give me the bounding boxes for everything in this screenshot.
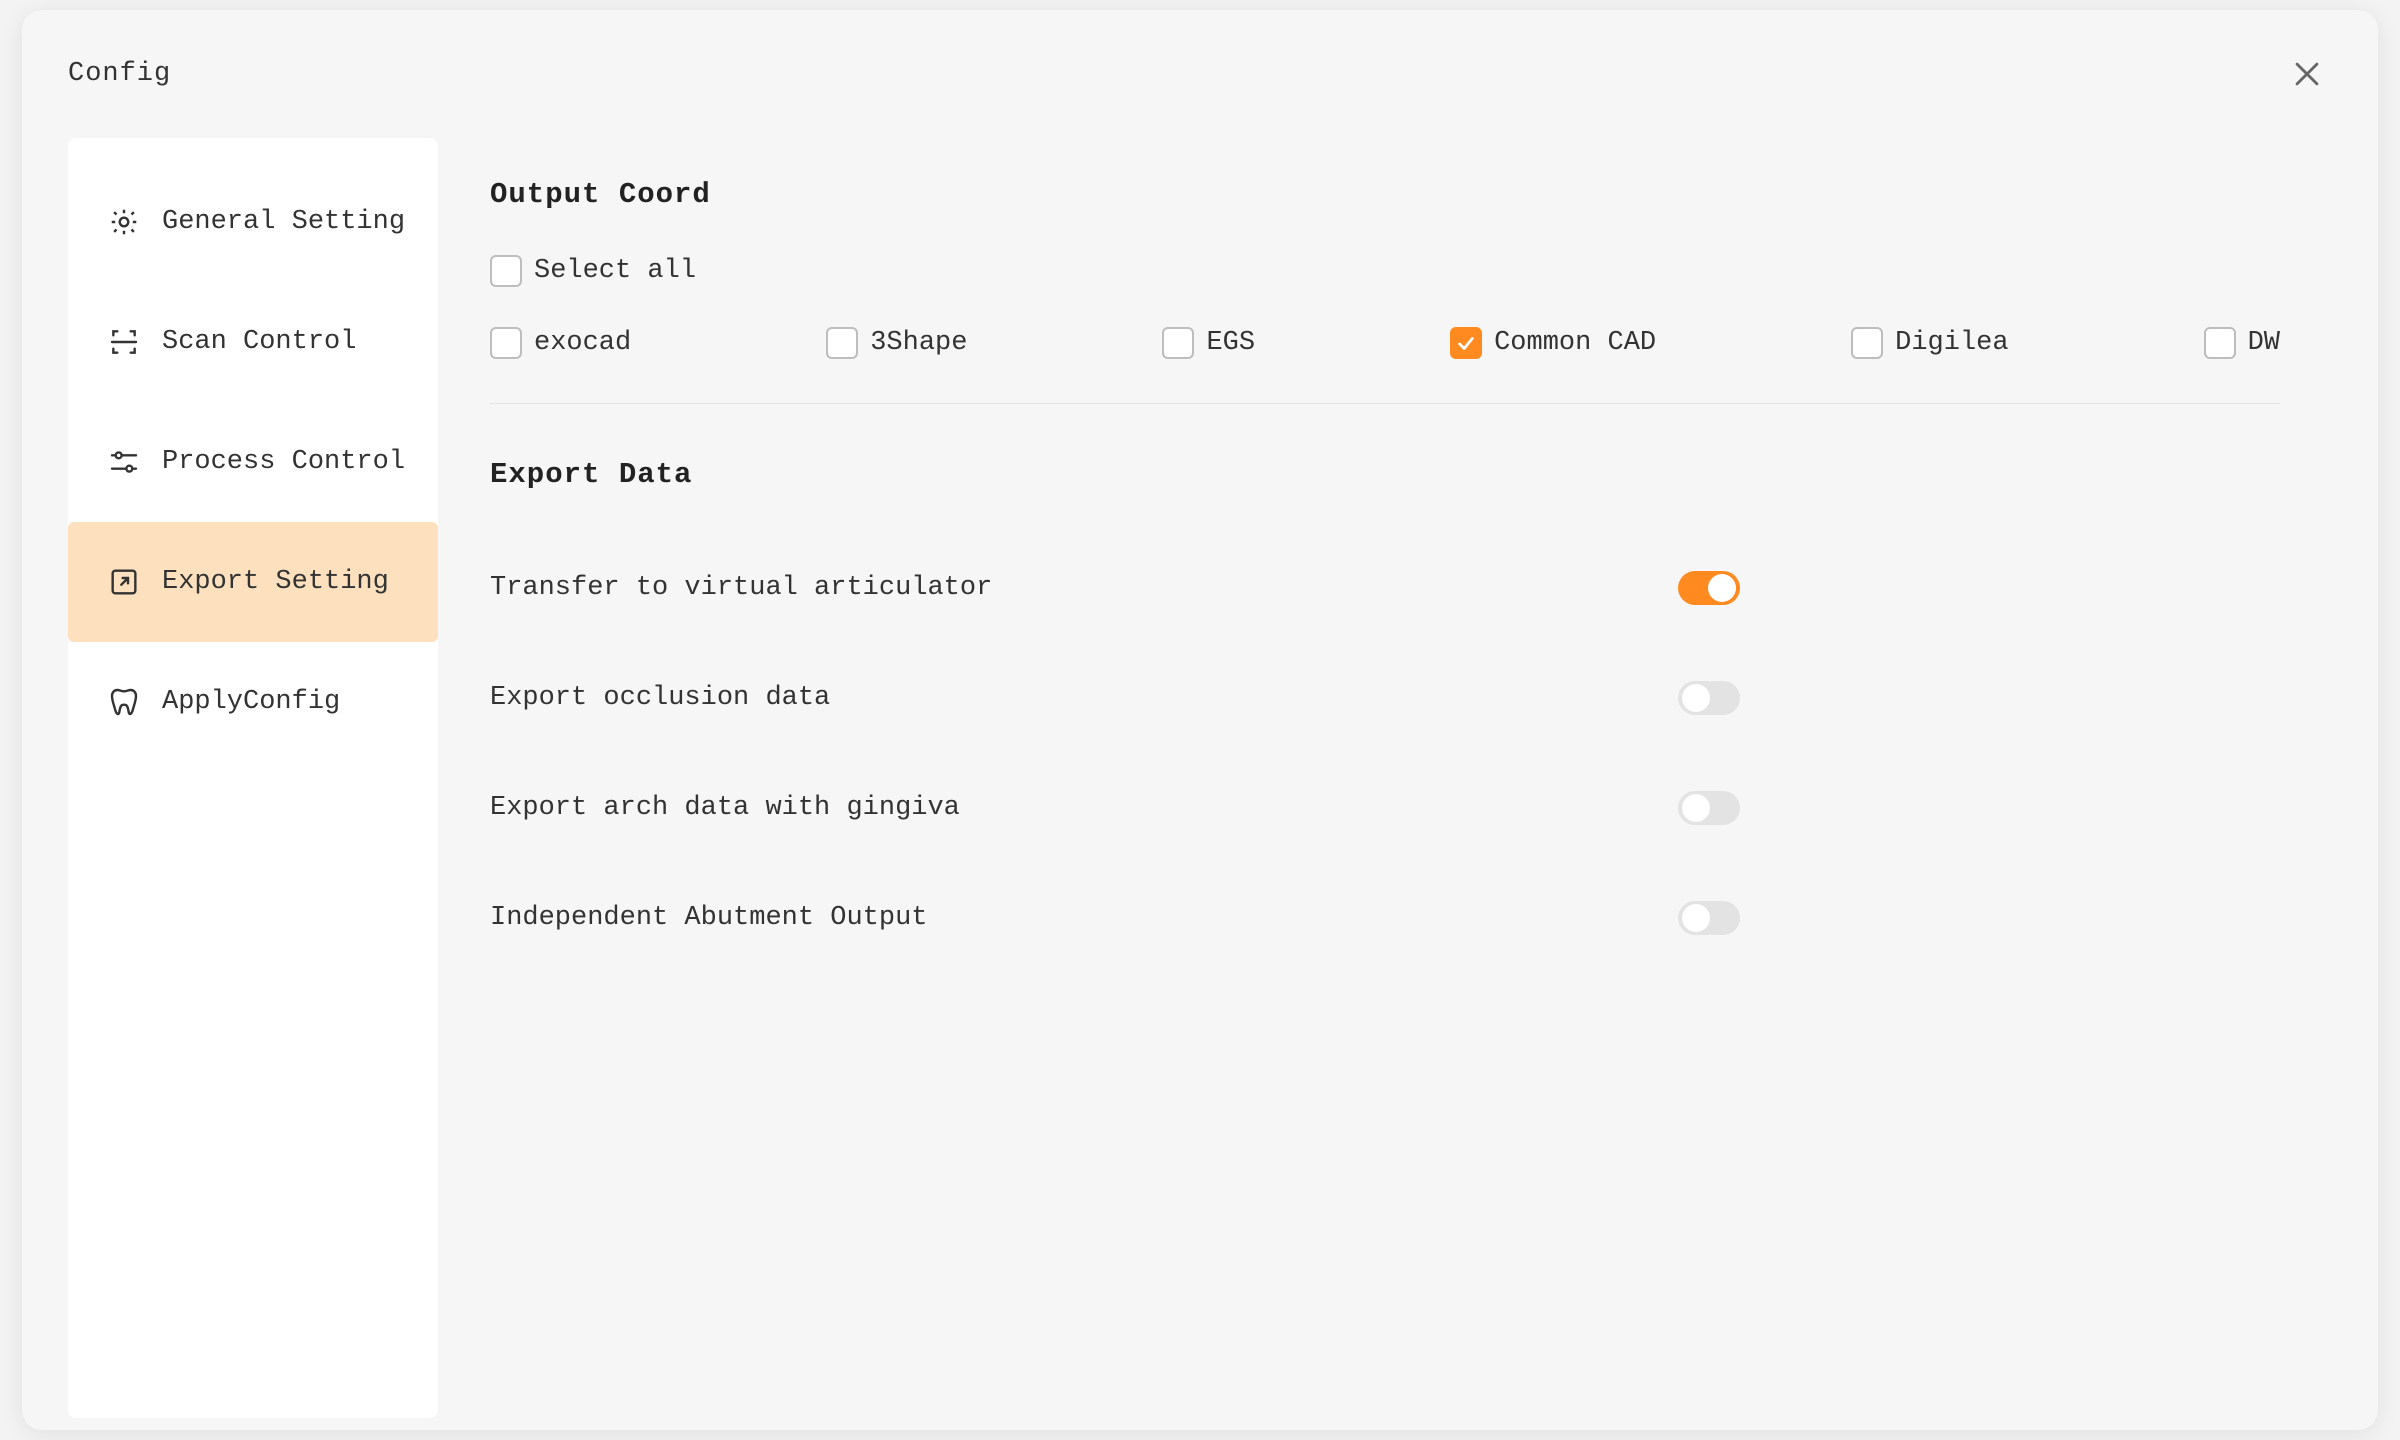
checkbox-dw[interactable]: DW xyxy=(2204,327,2280,359)
sidebar-item-label: Scan Control xyxy=(162,327,356,357)
checkbox-box xyxy=(1450,327,1482,359)
sidebar: General Setting Scan Control xyxy=(68,138,438,1418)
sidebar-item-scan-control[interactable]: Scan Control xyxy=(68,282,438,402)
toggle-label: Transfer to virtual articulator xyxy=(490,573,992,603)
sidebar-item-general-setting[interactable]: General Setting xyxy=(68,162,438,282)
scan-icon xyxy=(108,326,140,358)
close-icon[interactable] xyxy=(2290,57,2324,91)
toggle-occlusion[interactable] xyxy=(1678,681,1740,715)
checkbox-exocad[interactable]: exocad xyxy=(490,327,631,359)
checkbox-label: Select all xyxy=(534,256,696,286)
sliders-icon xyxy=(108,446,140,478)
checkbox-common-cad[interactable]: Common CAD xyxy=(1450,327,1656,359)
toggle-row-independent-abutment: Independent Abutment Output xyxy=(490,901,1740,935)
output-coord-title: Output Coord xyxy=(490,178,2280,211)
checkbox-box xyxy=(826,327,858,359)
main-panel: Output Coord Select all exocad xyxy=(438,138,2332,1418)
export-data-title: Export Data xyxy=(490,458,2280,491)
dialog-header: Config xyxy=(22,10,2378,138)
tooth-icon xyxy=(108,686,140,718)
checkbox-label: EGS xyxy=(1206,328,1255,358)
checkbox-label: Digilea xyxy=(1895,328,2008,358)
checkbox-3shape[interactable]: 3Shape xyxy=(826,327,967,359)
checkbox-box xyxy=(1162,327,1194,359)
sidebar-item-export-setting[interactable]: Export Setting xyxy=(68,522,438,642)
toggle-label: Independent Abutment Output xyxy=(490,903,927,933)
sidebar-item-label: Process Control xyxy=(162,447,405,477)
toggle-row-occlusion: Export occlusion data xyxy=(490,681,1740,715)
toggle-row-arch-gingiva: Export arch data with gingiva xyxy=(490,791,1740,825)
checkbox-box xyxy=(2204,327,2236,359)
config-dialog: Config General Setting xyxy=(22,10,2378,1430)
checkbox-egs[interactable]: EGS xyxy=(1162,327,1255,359)
toggle-arch-gingiva[interactable] xyxy=(1678,791,1740,825)
checkbox-digilea[interactable]: Digilea xyxy=(1851,327,2008,359)
checkbox-label: Common CAD xyxy=(1494,328,1656,358)
checkbox-box xyxy=(1851,327,1883,359)
dialog-title: Config xyxy=(68,59,171,89)
sidebar-item-label: General Setting xyxy=(162,207,405,237)
checkbox-select-all[interactable]: Select all xyxy=(490,255,696,287)
toggle-label: Export occlusion data xyxy=(490,683,830,713)
sidebar-item-process-control[interactable]: Process Control xyxy=(68,402,438,522)
checkbox-label: exocad xyxy=(534,328,631,358)
checkbox-label: 3Shape xyxy=(870,328,967,358)
checkbox-box xyxy=(490,255,522,287)
toggle-virtual-articulator[interactable] xyxy=(1678,571,1740,605)
sidebar-item-label: Export Setting xyxy=(162,567,389,597)
export-icon xyxy=(108,566,140,598)
checkbox-box xyxy=(490,327,522,359)
sidebar-item-label: ApplyConfig xyxy=(162,687,340,717)
sidebar-item-apply-config[interactable]: ApplyConfig xyxy=(68,642,438,762)
dialog-content: General Setting Scan Control xyxy=(22,138,2378,1418)
gear-icon xyxy=(108,206,140,238)
toggle-label: Export arch data with gingiva xyxy=(490,793,960,823)
output-coord-options: exocad 3Shape EGS xyxy=(490,327,2280,404)
toggle-independent-abutment[interactable] xyxy=(1678,901,1740,935)
checkbox-label: DW xyxy=(2248,328,2280,358)
toggle-row-virtual-articulator: Transfer to virtual articulator xyxy=(490,571,1740,605)
